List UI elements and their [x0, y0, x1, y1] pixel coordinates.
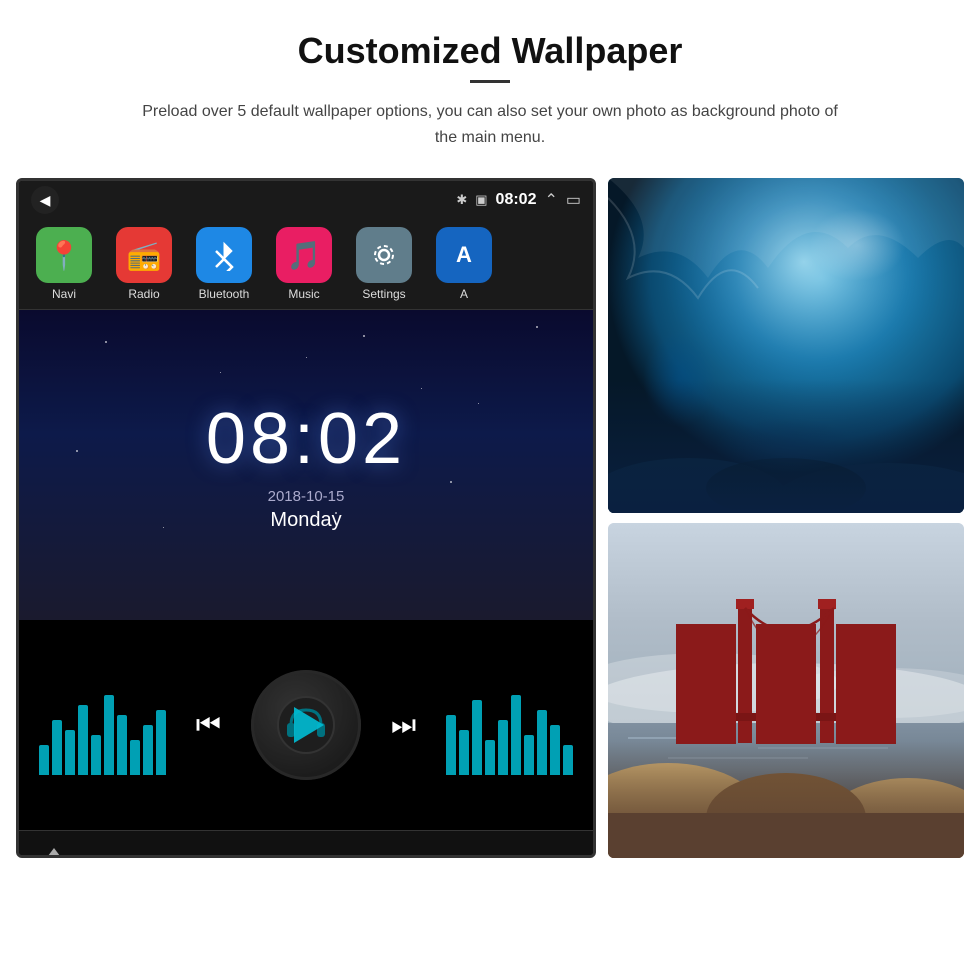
status-bar: ◀ ✱ ▣ 08:02 ⌃ ▭	[19, 181, 593, 219]
next-button[interactable]: ⏭	[391, 709, 416, 742]
eq-bar	[78, 705, 88, 775]
radio-label: Radio	[128, 287, 159, 301]
eq-bar	[143, 725, 153, 775]
app-more[interactable]: A A	[429, 227, 499, 301]
navi-label: Navi	[52, 287, 76, 301]
eq-bar	[459, 730, 469, 775]
eq-bars-left	[39, 675, 166, 775]
ice-cave-svg	[608, 178, 964, 513]
photos-column	[608, 178, 964, 858]
clock-date: 2018-10-15	[268, 488, 345, 505]
eq-bar	[550, 725, 560, 775]
more-icon: A	[456, 242, 472, 268]
ice-cave-photo	[608, 178, 964, 513]
clock-day: Monday	[270, 509, 341, 532]
track-navigator[interactable]: 15	[34, 848, 74, 859]
navi-icon: 📍	[47, 239, 82, 272]
clock-time: 08:02	[206, 398, 406, 480]
bottom-bar: 15 2018-10-15 Monday	[19, 830, 593, 858]
eq-bar	[130, 740, 140, 775]
main-clock-screen: 08:02 2018-10-15 Monday	[19, 310, 593, 620]
page-subtitle: Preload over 5 default wallpaper options…	[130, 99, 850, 150]
bluetooth-icon-box	[196, 227, 252, 283]
status-left: ◀	[31, 186, 59, 214]
chevron-up-icon: ⌃	[544, 190, 557, 210]
music-icon: 🎵	[287, 239, 322, 272]
app-navi[interactable]: 📍 Navi	[29, 227, 99, 301]
eq-bar	[511, 695, 521, 775]
more-label: A	[460, 287, 468, 301]
eq-bar	[537, 710, 547, 775]
eq-bar	[485, 740, 495, 775]
prev-button[interactable]: ⏮	[196, 709, 221, 742]
eq-bar	[524, 735, 534, 775]
eq-bar	[156, 710, 166, 775]
app-radio[interactable]: 📻 Radio	[109, 227, 179, 301]
settings-icon	[367, 238, 401, 272]
track-up-icon	[42, 848, 66, 859]
music-icon-box: 🎵	[276, 227, 332, 283]
status-time: 08:02	[496, 191, 537, 209]
app-settings[interactable]: Settings	[349, 227, 419, 301]
music-player: ⏮ ⏭	[19, 620, 593, 830]
play-triangle	[294, 707, 324, 743]
equalizer: ⏮ ⏭	[19, 620, 593, 830]
eq-bar	[91, 735, 101, 775]
eq-bars-right	[446, 675, 573, 775]
back-arrow-icon: ◀	[40, 192, 51, 209]
page-title: Customized Wallpaper	[298, 30, 683, 72]
title-underline	[470, 80, 510, 83]
bridge-svg	[608, 523, 964, 858]
bluetooth-status-icon: ✱	[456, 192, 467, 208]
content-row: ◀ ✱ ▣ 08:02 ⌃ ▭ 📍 Navi	[40, 178, 940, 858]
player-center: ⏮ ⏭	[196, 670, 416, 780]
settings-icon-box	[356, 227, 412, 283]
eq-bar	[65, 730, 75, 775]
bluetooth-label: Bluetooth	[199, 287, 250, 301]
eq-bar	[39, 745, 49, 775]
eq-bar	[563, 745, 573, 775]
headphone-circle	[251, 670, 361, 780]
more-icon-box: A	[436, 227, 492, 283]
music-label: Music	[288, 287, 319, 301]
car-screen: ◀ ✱ ▣ 08:02 ⌃ ▭ 📍 Navi	[16, 178, 596, 858]
page-container: Customized Wallpaper Preload over 5 defa…	[0, 0, 980, 979]
navi-icon-box: 📍	[36, 227, 92, 283]
eq-bar	[104, 695, 114, 775]
bottom-right-nav-icon[interactable]	[538, 855, 578, 859]
settings-label: Settings	[362, 287, 405, 301]
status-right: ✱ ▣ 08:02 ⌃ ▭	[456, 190, 581, 210]
eq-bar	[498, 720, 508, 775]
radio-icon-box: 📻	[116, 227, 172, 283]
app-bluetooth[interactable]: Bluetooth	[189, 227, 259, 301]
eq-bar	[472, 700, 482, 775]
play-overlay	[251, 670, 361, 780]
signal-status-icon: ▣	[475, 192, 487, 208]
bridge-photo	[608, 523, 964, 858]
eq-bar	[52, 720, 62, 775]
app-icons-row: 📍 Navi 📻 Radio	[19, 219, 593, 310]
app-music[interactable]: 🎵 Music	[269, 227, 339, 301]
back-button[interactable]: ◀	[31, 186, 59, 214]
eq-bar	[446, 715, 456, 775]
window-icon: ▭	[566, 190, 581, 210]
bluetooth-icon	[208, 239, 240, 271]
radio-icon: 📻	[127, 239, 162, 272]
eq-bar	[117, 715, 127, 775]
